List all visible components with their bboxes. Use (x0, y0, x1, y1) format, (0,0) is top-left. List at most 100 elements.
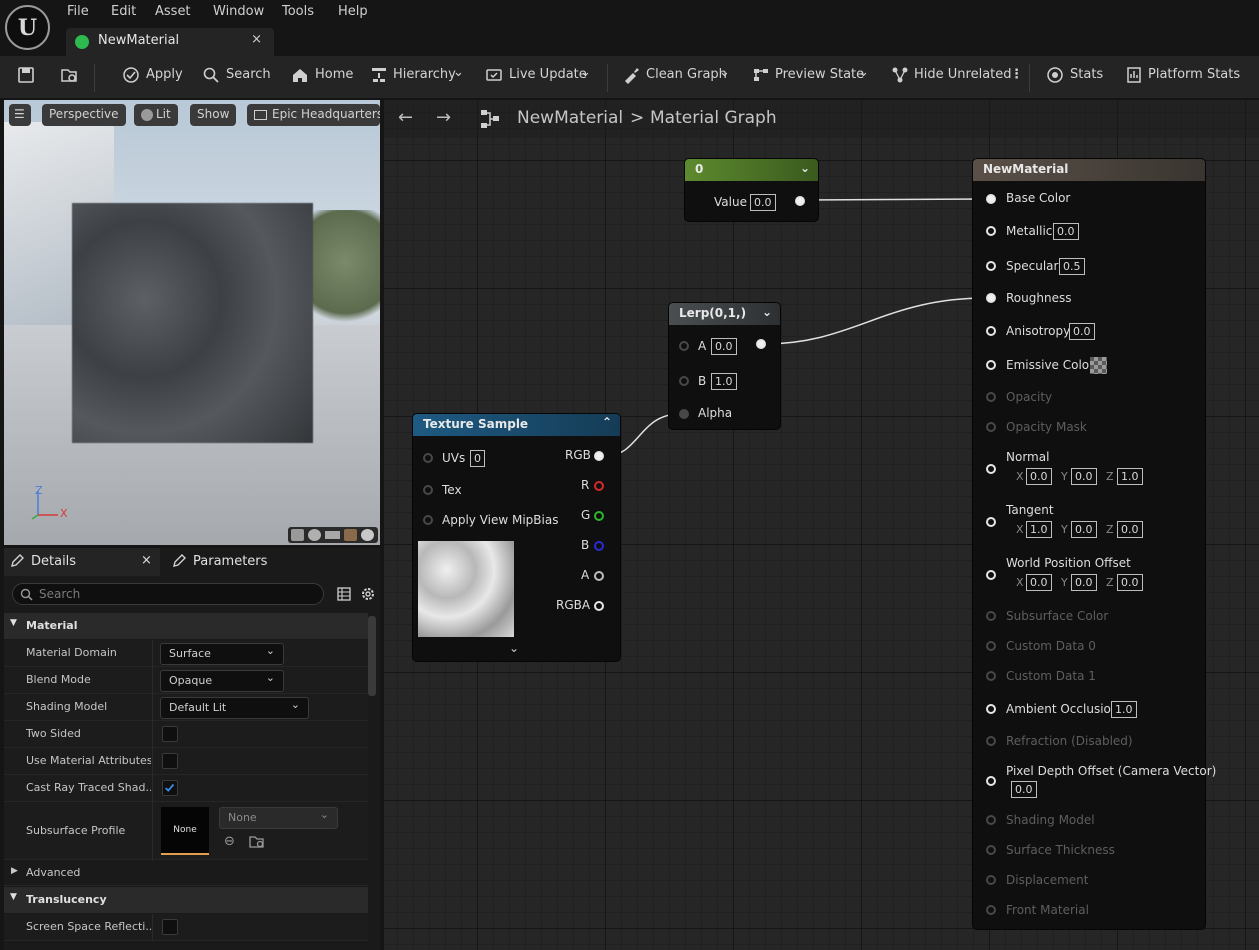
emissive-color-pin[interactable] (986, 360, 996, 370)
metallic-input[interactable]: 0.0 (1053, 223, 1079, 240)
tangent-x-input[interactable]: 1.0 (1026, 521, 1052, 538)
normal-pin[interactable] (986, 464, 996, 474)
subsurface-profile-thumbnail[interactable]: None (161, 807, 209, 855)
pixel-depth-offset-input[interactable]: 0.0 (1011, 781, 1037, 798)
blend-mode-select[interactable]: Opaque ⌄ (160, 670, 284, 692)
lerp-node[interactable]: Lerp(0,1,) ⌄ A 0.0 B 1.0 Alpha (669, 303, 780, 429)
hide-unrelated-button[interactable]: Hide Unrelated (914, 67, 1012, 82)
back-arrow-icon[interactable]: ← (398, 107, 413, 128)
browse-asset-icon[interactable] (60, 66, 78, 84)
specular-pin[interactable] (986, 261, 996, 271)
menu-tools[interactable]: Tools (282, 4, 314, 19)
tangent-y-input[interactable]: 0.0 (1071, 521, 1097, 538)
texture-sample-node[interactable]: Texture Sample ⌃ UVs 0 RGB Tex R Apply Vi… (413, 414, 620, 661)
normal-y-input[interactable]: 0.0 (1071, 468, 1097, 485)
sphere-preview-icon[interactable] (308, 529, 321, 541)
g-output-pin[interactable] (594, 511, 604, 521)
front-material-pin[interactable] (986, 905, 996, 915)
screen-space-reflections-checkbox[interactable] (162, 919, 178, 935)
menu-asset[interactable]: Asset (155, 4, 191, 19)
menu-help[interactable]: Help (338, 4, 368, 19)
clean-graph-dropdown[interactable]: Clean Graph (646, 67, 727, 82)
chevron-down-icon[interactable]: ⌄ (719, 65, 730, 80)
lerp-a-input[interactable]: 0.0 (711, 338, 737, 355)
use-selected-asset-icon[interactable]: ⊖ (224, 834, 235, 849)
menu-file[interactable]: File (67, 4, 89, 19)
save-icon[interactable] (17, 66, 35, 84)
ambient-occlusion-pin[interactable] (986, 704, 996, 714)
world-position-offset-pin[interactable] (986, 570, 996, 580)
chevron-down-icon[interactable]: ⌄ (762, 305, 772, 319)
normal-x-input[interactable]: 0.0 (1026, 468, 1052, 485)
chevron-down-icon[interactable]: ⌄ (580, 65, 591, 80)
chevron-down-icon[interactable]: ⌄ (509, 641, 519, 655)
plane-preview-icon[interactable] (325, 531, 340, 539)
a-output-pin[interactable] (594, 571, 604, 581)
perspective-button[interactable]: Perspective (42, 104, 126, 126)
subsurface-profile-select[interactable]: None ⌄ (219, 807, 338, 829)
normal-z-input[interactable]: 1.0 (1117, 468, 1143, 485)
category-material[interactable]: ▼ Material (4, 613, 368, 639)
result-node-header[interactable]: NewMaterial (973, 159, 1205, 181)
browse-asset-icon[interactable] (249, 834, 265, 849)
custom-data-1-pin[interactable] (986, 671, 996, 681)
uvs-pin[interactable] (423, 453, 433, 463)
category-translucency[interactable]: ▼ Translucency (4, 887, 368, 913)
shading-model-select[interactable]: Default Lit ⌄ (160, 697, 309, 719)
chevron-down-icon[interactable]: ⌄ (800, 161, 810, 175)
search-button[interactable]: Search (226, 67, 271, 82)
viewport-menu-icon[interactable]: ☰ (9, 104, 31, 126)
category-advanced[interactable]: ▶ Advanced (4, 860, 368, 886)
cast-ray-traced-shadows-checkbox[interactable] (162, 780, 178, 796)
live-update-dropdown[interactable]: Live Update (509, 67, 587, 82)
material-result-node[interactable]: NewMaterial Base Color Metallic 0.0 Spec… (973, 159, 1216, 929)
cube-preview-icon[interactable] (344, 529, 357, 541)
home-button[interactable]: Home (315, 67, 353, 82)
lerp-b-input[interactable]: 1.0 (711, 373, 737, 390)
preview-state-dropdown[interactable]: Preview State (775, 67, 864, 82)
settings-gear-icon[interactable] (360, 586, 376, 602)
mipbias-pin[interactable] (423, 515, 433, 525)
menu-window[interactable]: Window (213, 4, 264, 19)
hierarchy-dropdown[interactable]: Hierarchy (393, 67, 456, 82)
cylinder-preview-icon[interactable] (291, 529, 304, 541)
opacity-pin[interactable] (986, 392, 996, 402)
base-color-pin[interactable] (986, 194, 996, 204)
b-output-pin[interactable] (594, 541, 604, 551)
two-sided-checkbox[interactable] (162, 726, 178, 742)
lerp-alpha-pin[interactable] (679, 409, 689, 419)
pixel-depth-offset-pin[interactable] (986, 776, 996, 786)
anisotropy-input[interactable]: 0.0 (1069, 323, 1095, 340)
anisotropy-pin[interactable] (986, 326, 996, 336)
details-scrollbar[interactable] (368, 616, 376, 696)
constant-node[interactable]: 0 ⌄ Value 0.0 (685, 159, 818, 221)
texture-node-header[interactable]: Texture Sample ⌃ (413, 414, 620, 436)
material-graph[interactable]: ← → NewMaterial > Material Graph 0 ⌄ Valu… (384, 100, 1259, 950)
preview-viewport[interactable]: ☰ Perspective Lit Show Epic Headquarters… (4, 100, 380, 545)
close-tab-icon[interactable]: × (251, 32, 262, 47)
breadcrumb-root[interactable]: NewMaterial (517, 108, 623, 128)
shading-model-pin[interactable] (986, 815, 996, 825)
surface-thickness-pin[interactable] (986, 845, 996, 855)
constant-node-header[interactable]: 0 ⌄ (685, 159, 818, 181)
stats-button[interactable]: Stats (1070, 67, 1103, 82)
opacity-mask-pin[interactable] (986, 422, 996, 432)
specular-input[interactable]: 0.5 (1059, 258, 1085, 275)
rgba-output-pin[interactable] (594, 601, 604, 611)
tangent-z-input[interactable]: 0.0 (1117, 521, 1143, 538)
rgb-output-pin[interactable] (594, 451, 604, 461)
emissive-color-swatch[interactable] (1090, 357, 1107, 374)
chevron-down-icon[interactable]: ⌄ (858, 65, 869, 80)
parameters-tab[interactable]: Parameters (164, 548, 294, 576)
metallic-pin[interactable] (986, 226, 996, 236)
lerp-node-header[interactable]: Lerp(0,1,) ⌄ (669, 303, 780, 325)
apply-button[interactable]: Apply (146, 67, 183, 82)
wpo-z-input[interactable]: 0.0 (1117, 574, 1143, 591)
custom-data-0-pin[interactable] (986, 641, 996, 651)
roughness-pin[interactable] (986, 293, 996, 303)
table-view-icon[interactable] (337, 587, 351, 601)
uvs-input[interactable]: 0 (470, 450, 485, 467)
unreal-logo-icon[interactable]: U (5, 5, 50, 50)
forward-arrow-icon[interactable]: → (436, 107, 451, 128)
lerp-a-pin[interactable] (679, 341, 689, 351)
